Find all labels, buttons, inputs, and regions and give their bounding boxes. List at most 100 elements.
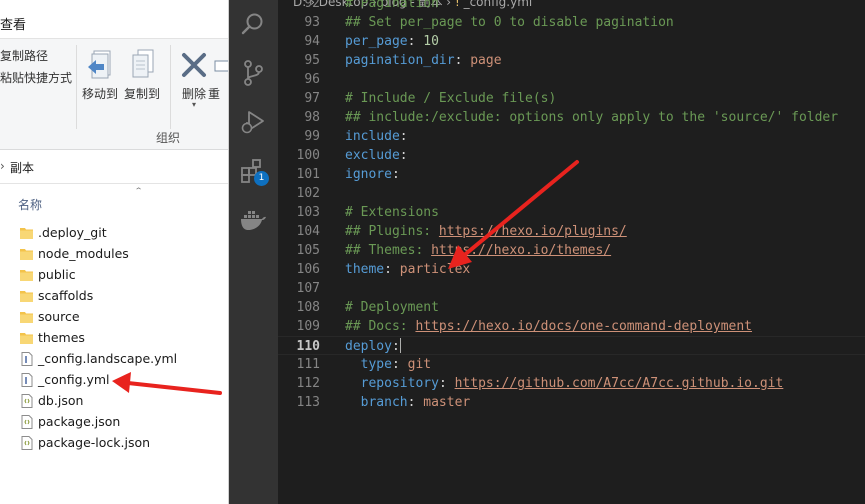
code-line[interactable]: 103 # Extensions <box>278 203 865 222</box>
code-line[interactable]: 102 <box>278 184 865 203</box>
code-token: # Deployment <box>345 300 439 315</box>
file-explorer-window: 查看 复制路径 粘贴快捷方式 移动到 复制到 删除 ▾ 重 组织 › 副本 ⌃ … <box>0 0 229 504</box>
code-text: ## Themes: https://hexo.io/themes/ <box>345 241 611 260</box>
code-text: ## include:/exclude: options only apply … <box>345 108 838 127</box>
file-list-item[interactable]: .deploy_git <box>0 223 228 244</box>
file-list-item[interactable]: _config.landscape.yml <box>0 349 228 370</box>
code-line[interactable]: 112 repository: https://github.com/A7cc/… <box>278 374 865 393</box>
delete-dropdown-icon[interactable]: ▾ <box>174 101 214 109</box>
file-name: scaffolds <box>38 288 94 303</box>
current-code-line[interactable]: 110 deploy: <box>278 336 865 355</box>
line-number: 103 <box>296 205 320 220</box>
code-token: : <box>399 148 408 163</box>
code-token: : <box>454 53 471 68</box>
address-bar[interactable]: › 副本 <box>0 150 228 184</box>
file-list-item[interactable]: source <box>0 307 228 328</box>
code-text: # Deployment <box>345 298 439 317</box>
code-line[interactable]: 105 ## Themes: https://hexo.io/themes/ <box>278 241 865 260</box>
file-name: public <box>38 267 76 282</box>
code-text: ignore: <box>345 165 400 184</box>
sort-up-icon: ⌃ <box>134 185 144 196</box>
ribbon-group-label: 组织 <box>156 131 181 145</box>
code-link[interactable]: https://hexo.io/themes/ <box>431 243 611 258</box>
code-link[interactable]: https://hexo.io/plugins/ <box>439 224 627 239</box>
address-folder-name[interactable]: 副本 <box>10 159 34 176</box>
line-number: 113 <box>296 395 320 410</box>
run-debug-icon[interactable] <box>239 108 267 136</box>
code-token: per_page <box>345 34 408 49</box>
code-line[interactable]: 104 ## Plugins: https://hexo.io/plugins/ <box>278 222 865 241</box>
code-token: # Extensions <box>345 205 439 220</box>
activity-bar: 1 <box>229 0 278 504</box>
code-token: # Pagination <box>345 0 439 11</box>
code-line[interactable]: 99 include: <box>278 127 865 146</box>
code-token: 10 <box>423 34 439 49</box>
code-editor[interactable]: 92 # Pagination 93 ## Set per_page to 0 to … <box>278 0 865 504</box>
code-token: page <box>470 53 502 68</box>
line-number: 95 <box>304 53 320 68</box>
file-name: package.json <box>38 414 121 429</box>
code-link[interactable]: https://github.com/A7cc/A7cc.github.io.g… <box>455 376 784 391</box>
code-text: branch: master <box>345 393 471 412</box>
code-line[interactable]: 100 exclude: <box>278 146 865 165</box>
line-number: 107 <box>296 281 320 296</box>
rename-label: 重 <box>208 87 221 101</box>
code-line[interactable]: 109 ## Docs: https://hexo.io/docs/one-com… <box>278 317 865 336</box>
move-to-button[interactable]: 移动到 <box>80 47 120 102</box>
code-token: type <box>360 357 392 372</box>
code-token: # Include / Exclude file(s) <box>345 91 557 106</box>
code-line[interactable]: 92 # Pagination <box>278 0 865 13</box>
code-line[interactable]: 108 # Deployment <box>278 298 865 317</box>
code-line[interactable]: 97 # Include / Exclude file(s) <box>278 89 865 108</box>
code-line[interactable]: 107 <box>278 279 865 298</box>
code-line[interactable]: 113 branch: master <box>278 393 865 412</box>
code-token: deploy <box>345 339 392 354</box>
file-name: node_modules <box>38 246 129 261</box>
file-list-item[interactable]: package-lock.json <box>0 433 228 454</box>
code-token: ## include:/exclude: options only apply … <box>345 110 839 125</box>
code-line[interactable]: 94 per_page: 10 <box>278 32 865 51</box>
file-list-item[interactable]: _config.yml <box>0 370 228 391</box>
ribbon-tab-view[interactable]: 查看 <box>0 14 26 33</box>
docker-icon[interactable] <box>239 205 267 233</box>
line-number: 110 <box>296 339 320 354</box>
file-list-item[interactable]: package.json <box>0 412 228 433</box>
code-link[interactable]: https://hexo.io/docs/one-command-deploym… <box>415 319 752 334</box>
paste-shortcut-button[interactable]: 粘贴快捷方式 <box>0 69 72 86</box>
file-list-item[interactable]: public <box>0 265 228 286</box>
code-token: : <box>407 34 424 49</box>
code-line[interactable]: 93 ## Set per_page to 0 to disable pagina… <box>278 13 865 32</box>
code-token: branch <box>360 395 408 410</box>
folder-icon <box>20 228 33 239</box>
file-list-item[interactable]: node_modules <box>0 244 228 265</box>
code-text: # Include / Exclude file(s) <box>345 89 556 108</box>
code-text: deploy: <box>345 337 401 356</box>
code-text: ## Docs: https://hexo.io/docs/one-comman… <box>345 317 752 336</box>
file-list-item[interactable]: scaffolds <box>0 286 228 307</box>
file-list-item[interactable]: themes <box>0 328 228 349</box>
code-line[interactable]: 106 theme: particlex <box>278 260 865 279</box>
copy-to-button[interactable]: 复制到 <box>122 47 162 102</box>
code-text: per_page: 10 <box>345 32 439 51</box>
rename-button[interactable]: 重 <box>208 47 228 102</box>
code-line[interactable]: 95 pagination_dir: page <box>278 51 865 70</box>
code-line[interactable]: 98 ## include:/exclude: options only appl… <box>278 108 865 127</box>
line-number: 112 <box>296 376 320 391</box>
code-line[interactable]: 101 ignore: <box>278 165 865 184</box>
copy-path-button[interactable]: 复制路径 <box>0 47 48 64</box>
code-text: ## Set per_page to 0 to disable paginati… <box>345 13 674 32</box>
file-list-item[interactable]: db.json <box>0 391 228 412</box>
line-number: 104 <box>296 224 320 239</box>
code-text: include: <box>345 127 408 146</box>
column-header-name[interactable]: 名称 <box>18 196 42 213</box>
folder-icon <box>20 270 33 281</box>
file-name: themes <box>38 330 85 345</box>
paste-shortcut-label: 粘贴快捷方式 <box>0 71 73 85</box>
source-control-icon[interactable] <box>239 59 267 87</box>
code-token: : <box>391 167 400 182</box>
copy-to-icon <box>132 49 154 78</box>
code-line[interactable]: 111 type: git <box>278 355 865 374</box>
delete-x-icon <box>182 53 206 77</box>
code-line[interactable]: 96 <box>278 70 865 89</box>
search-icon[interactable] <box>239 10 267 38</box>
